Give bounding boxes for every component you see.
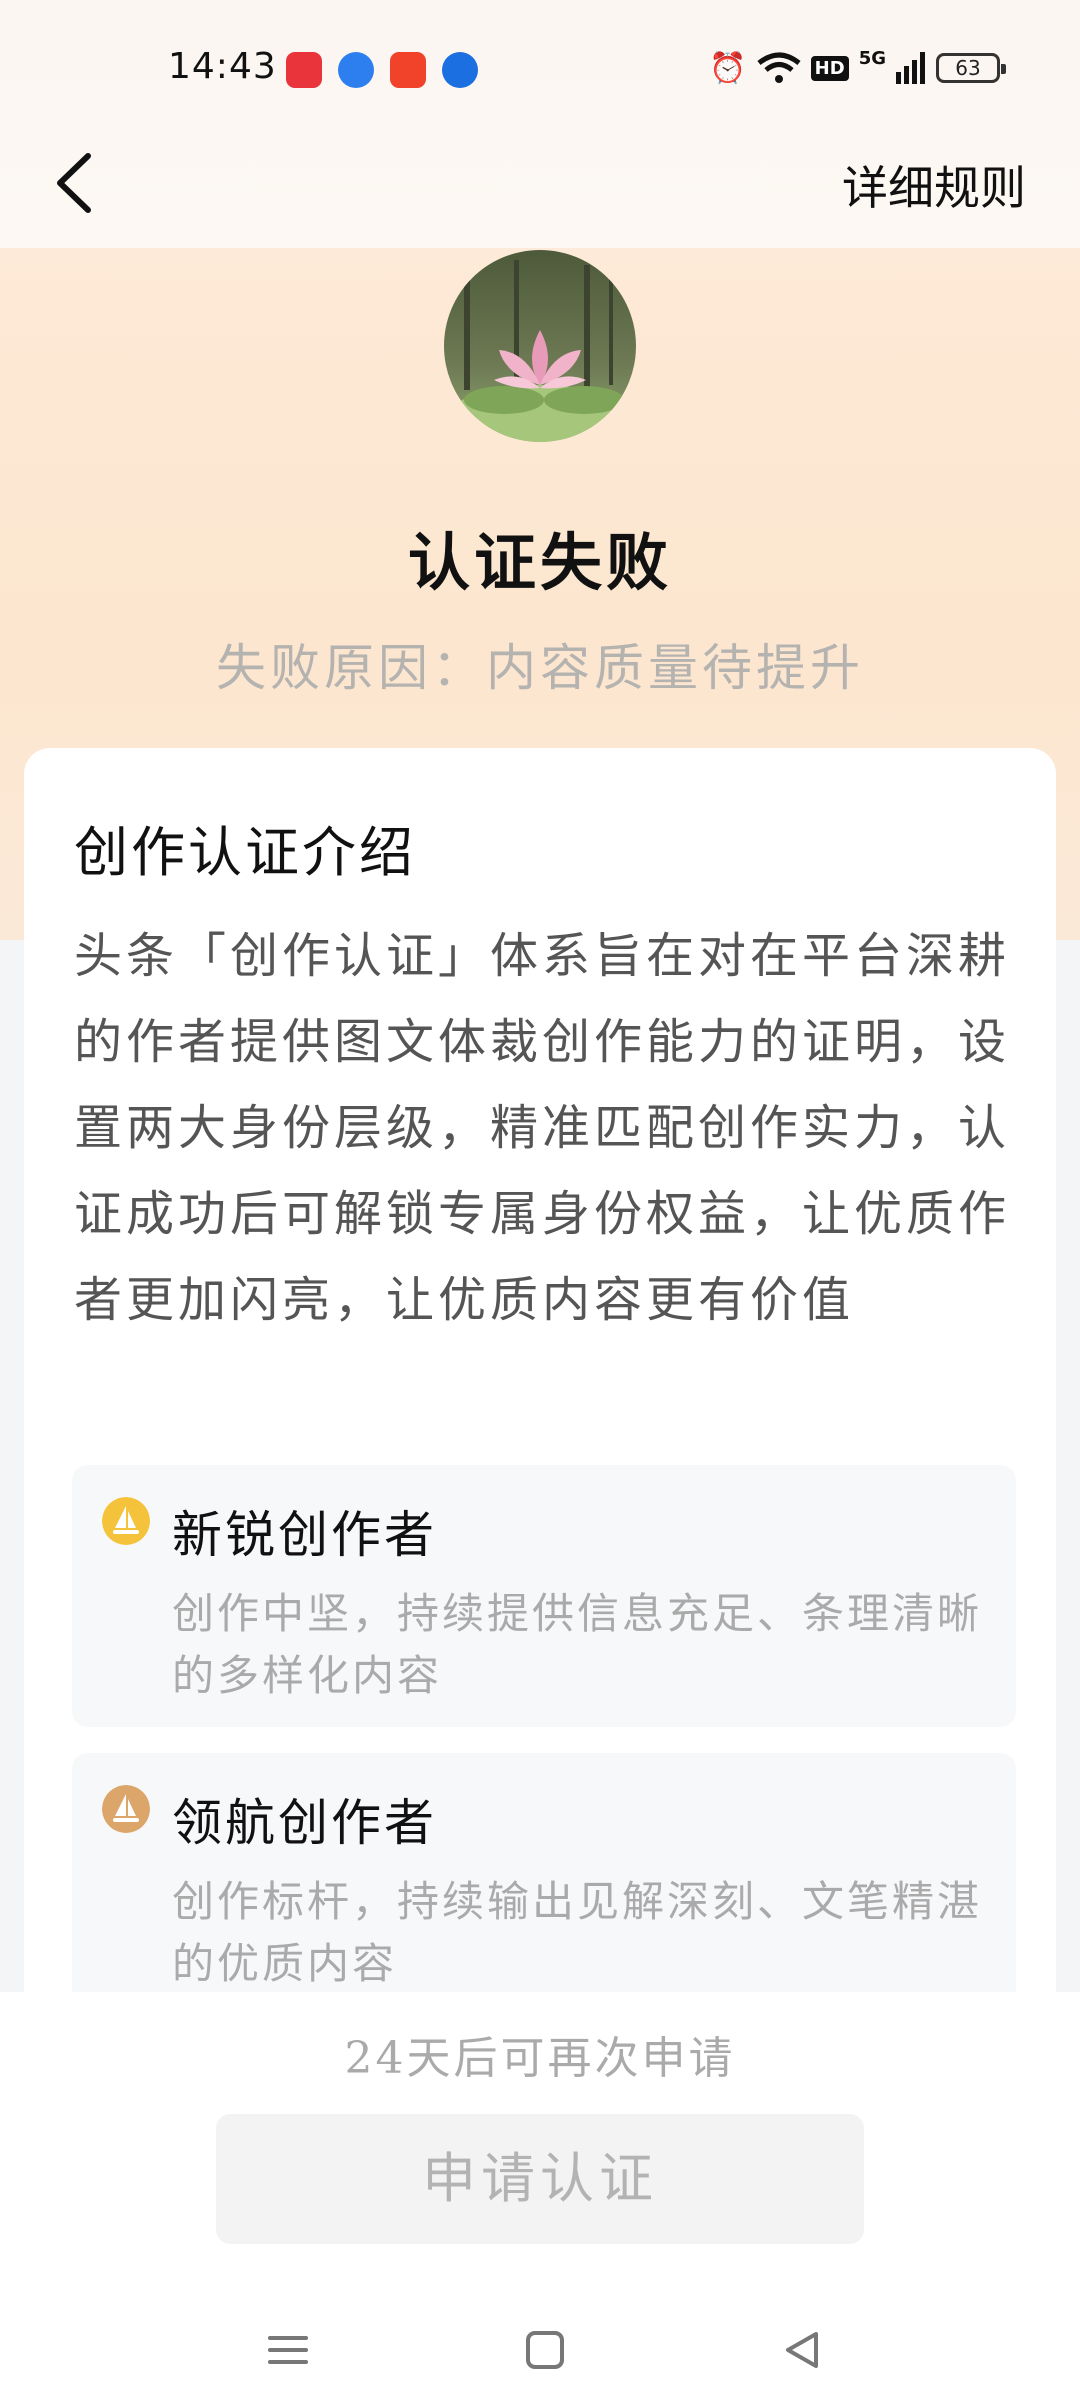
page-title: 认证失败 (407, 526, 672, 599)
reapply-note: 24天后可再次申请 (344, 2033, 736, 2084)
status-icons: ⏰ HD 5G 63 (709, 48, 1006, 88)
lotus-avatar-image (444, 250, 636, 442)
video-app-icon (390, 52, 426, 88)
avatar (444, 250, 636, 442)
failure-reason: 失败原因：内容质量待提升 (216, 639, 864, 697)
sail-badge-icon (102, 1785, 150, 1833)
alarm-icon: ⏰ (709, 50, 747, 86)
network-label: 5G (858, 48, 886, 69)
status-bar: 14:43 ⏰ HD 5G 63 (0, 0, 1080, 140)
menu-icon[interactable] (258, 2320, 318, 2380)
tier-name: 领航创作者 (172, 1794, 437, 1852)
tier-card-rising-creator: 新锐创作者 创作中坚，持续提供信息充足、条理清晰的多样化内容 (72, 1465, 1016, 1727)
intro-description: 头条「创作认证」体系旨在对在平台深耕的作者提供图文体裁创作能力的证明，设置两大身… (74, 928, 1011, 1328)
tier-card-leading-creator: 领航创作者 创作标杆，持续输出见解深刻、文笔精湛的优质内容 (72, 1753, 1016, 2015)
wifi-icon (757, 52, 801, 83)
back-triangle-icon[interactable] (772, 2320, 832, 2380)
browser-app-icon (442, 52, 478, 88)
hd-icon: HD (810, 55, 849, 81)
home-icon[interactable] (515, 2320, 575, 2380)
intro-heading: 创作认证介绍 (74, 821, 416, 884)
sail-badge-icon (102, 1497, 150, 1545)
system-nav-bar (0, 2300, 1080, 2400)
tier-description: 创作标杆，持续输出见解深刻、文笔精湛的优质内容 (172, 1877, 983, 1988)
tier-description: 创作中坚，持续提供信息充足、条理清晰的多样化内容 (172, 1589, 983, 1700)
netease-music-app-icon (286, 52, 322, 88)
chevron-left-icon (57, 153, 91, 213)
status-time: 14:43 (168, 46, 277, 87)
detailed-rules-link[interactable]: 详细规则 (842, 152, 1026, 218)
battery-icon: 63 (936, 53, 1006, 83)
signal-icon (896, 52, 925, 84)
blue-app-icon (338, 52, 374, 88)
tier-name: 新锐创作者 (172, 1506, 437, 1564)
back-button[interactable] (46, 148, 106, 218)
intro-card: 创作认证介绍 头条「创作认证」体系旨在对在平台深耕的作者提供图文体裁创作能力的证… (24, 748, 1056, 2048)
apply-certification-button[interactable]: 申请认证 (216, 2114, 864, 2244)
